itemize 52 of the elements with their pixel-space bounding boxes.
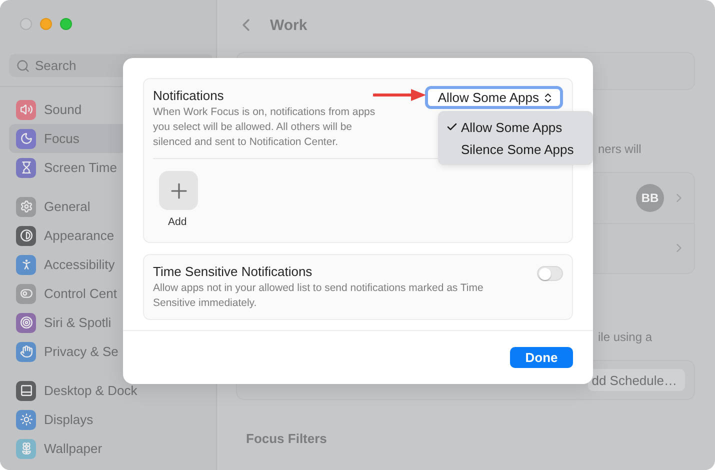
sidebar-item[interactable]: Desktop & Dock bbox=[9, 376, 207, 405]
sidebar-item[interactable]: Privacy & Se bbox=[9, 337, 207, 366]
dock-icon bbox=[16, 380, 36, 400]
menu-item[interactable]: Silence Some Apps bbox=[438, 138, 593, 160]
close-button[interactable] bbox=[20, 18, 32, 30]
moon-icon bbox=[16, 128, 36, 148]
setting-description: Allow apps not in your allowed list to send notifications marked as Time Sensitive immediately. bbox=[153, 281, 484, 311]
description-text: ners will bbox=[598, 142, 642, 156]
toggle-switch[interactable] bbox=[537, 266, 563, 281]
add-label: Add bbox=[167, 216, 187, 228]
sun-icon bbox=[16, 410, 36, 430]
sidebar-item-label: Accessibility bbox=[44, 257, 115, 272]
done-button[interactable]: Done bbox=[510, 347, 573, 368]
sidebar-item-label: Privacy & Se bbox=[44, 344, 118, 359]
sidebar-item-label: Displays bbox=[44, 412, 94, 427]
hand-icon bbox=[16, 342, 36, 362]
hourglass-icon bbox=[16, 158, 36, 178]
sidebar-item-label: Control Cent bbox=[44, 286, 117, 301]
sidebar-item[interactable]: Displays bbox=[9, 405, 207, 434]
description-text: ile using a bbox=[598, 330, 652, 344]
sidebar-item[interactable]: Siri & Spotli bbox=[9, 308, 207, 337]
contrast-icon bbox=[16, 226, 36, 246]
arrow-annotation bbox=[373, 89, 427, 101]
avatar: BB bbox=[636, 184, 664, 212]
search-icon bbox=[16, 59, 30, 73]
zoom-button[interactable] bbox=[60, 18, 72, 30]
flower-icon bbox=[16, 438, 36, 458]
sidebar-item-label: Sound bbox=[44, 102, 82, 117]
sidebar-item-label: Wallpaper bbox=[44, 441, 102, 456]
sidebar-item-label: Screen Time bbox=[44, 160, 117, 175]
accessibility-icon bbox=[16, 254, 36, 274]
sidebar-item[interactable]: Wallpaper bbox=[9, 434, 207, 463]
sidebar-item-label: Appearance bbox=[44, 228, 114, 243]
orb-icon bbox=[16, 312, 36, 332]
speaker-icon bbox=[16, 100, 36, 120]
minimize-button[interactable] bbox=[40, 18, 52, 30]
updown-icon bbox=[542, 92, 554, 104]
setting-title: Time Sensitive Notifications bbox=[153, 264, 312, 279]
settings-icon bbox=[16, 196, 36, 216]
add-button[interactable] bbox=[159, 171, 198, 210]
popup-button[interactable]: Allow Some Apps bbox=[424, 86, 563, 109]
toggle-icon bbox=[16, 284, 36, 304]
sidebar-item-label: Desktop & Dock bbox=[44, 383, 138, 398]
sidebar-item-label: Focus bbox=[44, 131, 80, 146]
sidebar-item-label: Siri & Spotli bbox=[44, 315, 112, 330]
menu-item[interactable]: Allow Some Apps bbox=[438, 116, 593, 138]
add-schedule-button[interactable]: dd Schedule… bbox=[588, 369, 685, 391]
setting-title: Notifications bbox=[153, 88, 224, 103]
page-title: Work bbox=[270, 16, 308, 34]
sidebar-item[interactable]: Screen Time bbox=[9, 153, 207, 182]
section-title: Focus Filters bbox=[246, 431, 328, 446]
sidebar-item-label: General bbox=[44, 199, 90, 214]
